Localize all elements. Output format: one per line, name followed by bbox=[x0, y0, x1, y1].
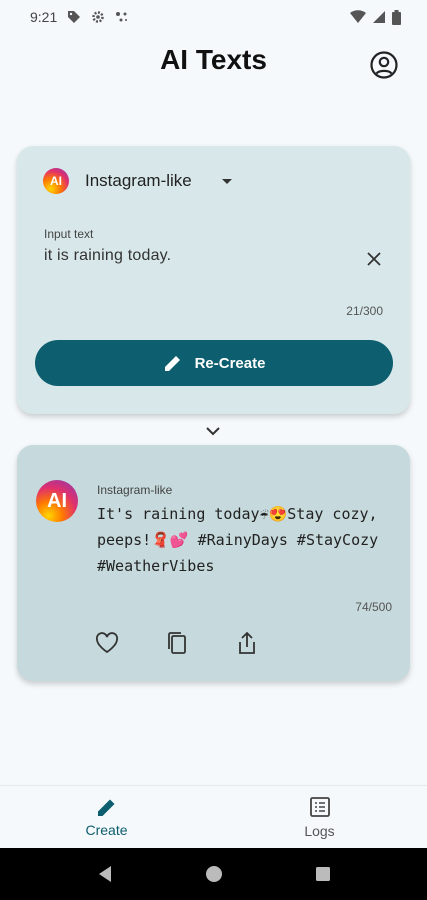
result-text: It's raining today☔😍Stay cozy, peeps!🧣💕 … bbox=[97, 505, 379, 575]
nav-item-logs[interactable]: Logs bbox=[213, 786, 426, 849]
result-style-label: Instagram-like bbox=[97, 483, 173, 497]
cell-signal-icon bbox=[373, 11, 385, 23]
share-button[interactable] bbox=[235, 631, 259, 655]
app-title: AI Texts bbox=[160, 44, 267, 75]
style-dropdown[interactable]: AI Instagram-like bbox=[43, 166, 232, 196]
pencil-icon bbox=[164, 356, 180, 371]
account-circle-icon bbox=[370, 51, 398, 79]
result-char-count: 74/500 bbox=[355, 600, 392, 614]
wifi-icon bbox=[350, 10, 366, 23]
clear-input-button[interactable] bbox=[365, 250, 383, 268]
system-nav-bar bbox=[0, 848, 427, 900]
status-time: 9:21 bbox=[30, 9, 58, 25]
favorite-button[interactable] bbox=[95, 631, 119, 655]
status-right bbox=[350, 9, 401, 25]
result-card: AI Instagram-like It's raining today☔😍St… bbox=[17, 445, 410, 681]
expand-button[interactable] bbox=[204, 424, 222, 438]
result-actions bbox=[95, 631, 259, 655]
bottom-nav: Create Logs bbox=[0, 785, 427, 848]
battery-icon bbox=[392, 9, 401, 25]
assistant-dots-icon bbox=[116, 12, 128, 22]
input-char-count: 21/300 bbox=[346, 304, 383, 318]
account-button[interactable] bbox=[369, 50, 399, 80]
copy-icon bbox=[168, 632, 186, 654]
ai-logo-icon: AI bbox=[36, 480, 78, 522]
recents-icon[interactable] bbox=[315, 866, 331, 882]
settings-gear-icon bbox=[92, 11, 104, 23]
copy-button[interactable] bbox=[165, 631, 189, 655]
nav-item-create[interactable]: Create bbox=[0, 786, 213, 849]
back-icon[interactable] bbox=[97, 865, 113, 883]
home-icon[interactable] bbox=[205, 865, 223, 883]
chevron-down-icon bbox=[206, 427, 220, 436]
recreate-button[interactable]: Re-Create bbox=[35, 340, 393, 386]
recreate-button-label: Re-Create bbox=[194, 354, 266, 372]
close-icon bbox=[367, 252, 381, 266]
status-left: 9:21 bbox=[30, 9, 129, 25]
nav-logs-label: Logs bbox=[304, 823, 335, 839]
tag-icon bbox=[68, 11, 81, 23]
input-text-field[interactable]: it is raining today. bbox=[44, 247, 171, 265]
ai-logo-icon: AI bbox=[43, 168, 69, 194]
chevron-down-icon bbox=[221, 178, 232, 184]
style-dropdown-label: Instagram-like bbox=[85, 171, 192, 190]
nav-create-label: Create bbox=[85, 822, 128, 838]
status-bar: 9:21 bbox=[0, 0, 427, 34]
pencil-icon bbox=[97, 799, 114, 816]
input-card: AI Instagram-like Input text it is raini… bbox=[17, 146, 410, 414]
share-icon bbox=[239, 631, 255, 654]
input-text-label: Input text bbox=[44, 227, 94, 241]
list-icon bbox=[309, 797, 330, 817]
favorite-icon bbox=[95, 632, 119, 654]
